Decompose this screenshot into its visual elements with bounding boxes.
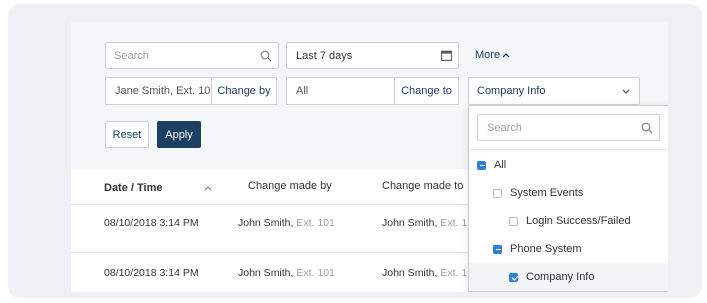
row-changed-to-name: John Smith, <box>382 217 438 229</box>
column-header-changed-to[interactable]: Change made to <box>382 180 463 192</box>
category-select[interactable]: Company Info <box>468 77 640 105</box>
row-changed-by: John Smith, Ext. 101 <box>238 217 335 229</box>
row-changed-to: John Smith, Ext. 1 <box>382 267 467 279</box>
option-label: Phone System <box>510 243 582 255</box>
dropdown-divider <box>469 149 668 150</box>
more-label: More <box>475 49 501 61</box>
checkbox-icon <box>493 188 502 198</box>
apply-button[interactable]: Apply <box>157 121 201 148</box>
audit-log-panel: Search Last 7 days More Jane Smith, Ext.… <box>71 22 668 292</box>
category-value: Company Info <box>477 85 546 97</box>
row-changed-to-name: John Smith, <box>382 267 438 279</box>
option-label: Company Info <box>526 271 595 283</box>
option-login-success-failed[interactable]: Login Success/Failed <box>469 207 668 235</box>
calendar-icon <box>441 50 452 61</box>
option-company-info[interactable]: Company Info <box>469 263 668 291</box>
reset-label: Reset <box>112 128 142 141</box>
search-input[interactable]: Search <box>105 42 279 69</box>
option-all[interactable]: All <box>469 151 668 179</box>
search-icon <box>641 122 653 134</box>
chevron-down-icon <box>622 89 630 94</box>
row-date: 08/10/2018 3:14 PM <box>104 267 199 279</box>
card-frame: Search Last 7 days More Jane Smith, Ext.… <box>8 4 702 298</box>
checkbox-partial-icon <box>477 160 486 170</box>
row-changed-by-ext: Ext. 101 <box>296 217 335 229</box>
row-changed-to-ext: Ext. 1 <box>440 267 468 279</box>
row-changed-to-ext: Ext. 1 <box>440 217 468 229</box>
option-label: System Events <box>510 187 584 199</box>
row-changed-by-name: John Smith, <box>238 217 294 229</box>
checkbox-icon <box>509 216 518 226</box>
date-range-picker[interactable]: Last 7 days <box>286 42 459 69</box>
dropdown-search-placeholder: Search <box>487 122 522 134</box>
option-system-events[interactable]: System Events <box>469 179 668 207</box>
changed-to-field[interactable]: All <box>286 77 395 105</box>
checkbox-partial-icon <box>493 244 502 254</box>
change-to-label: Change to <box>401 85 452 97</box>
date-range-value: Last 7 days <box>296 50 353 62</box>
column-header-date[interactable]: Date / Time <box>104 182 163 194</box>
change-by-button[interactable]: Change by <box>211 77 277 105</box>
option-label: Login Success/Failed <box>526 215 631 227</box>
checkbox-checked-icon <box>509 272 518 282</box>
apply-label: Apply <box>165 128 193 141</box>
changed-to-value: All <box>296 85 309 97</box>
sort-chevron-icon[interactable] <box>204 185 212 191</box>
category-dropdown-menu: Search All System Events Login Success/F… <box>468 105 668 292</box>
row-changed-by-ext: Ext. 101 <box>296 267 335 279</box>
change-by-label: Change by <box>217 85 271 97</box>
column-header-changed-by[interactable]: Change made by <box>248 180 332 192</box>
chevron-up-icon <box>502 53 510 58</box>
more-toggle[interactable]: More <box>475 46 510 64</box>
search-icon <box>260 50 272 62</box>
search-placeholder: Search <box>114 50 149 62</box>
changed-by-value: Jane Smith, Ext. 10 <box>115 85 211 97</box>
change-to-button[interactable]: Change to <box>394 77 459 105</box>
dropdown-search-input[interactable]: Search <box>477 114 660 141</box>
row-changed-by: John Smith, Ext. 101 <box>238 267 335 279</box>
row-date: 08/10/2018 3:14 PM <box>104 217 199 229</box>
option-label: All <box>494 159 507 171</box>
changed-by-field[interactable]: Jane Smith, Ext. 10 <box>105 77 212 105</box>
column-header-date-label: Date / Time <box>104 182 163 194</box>
reset-button[interactable]: Reset <box>105 121 149 148</box>
row-changed-by-name: John Smith, <box>238 267 294 279</box>
option-phone-system[interactable]: Phone System <box>469 235 668 263</box>
row-changed-to: John Smith, Ext. 1 <box>382 217 467 229</box>
